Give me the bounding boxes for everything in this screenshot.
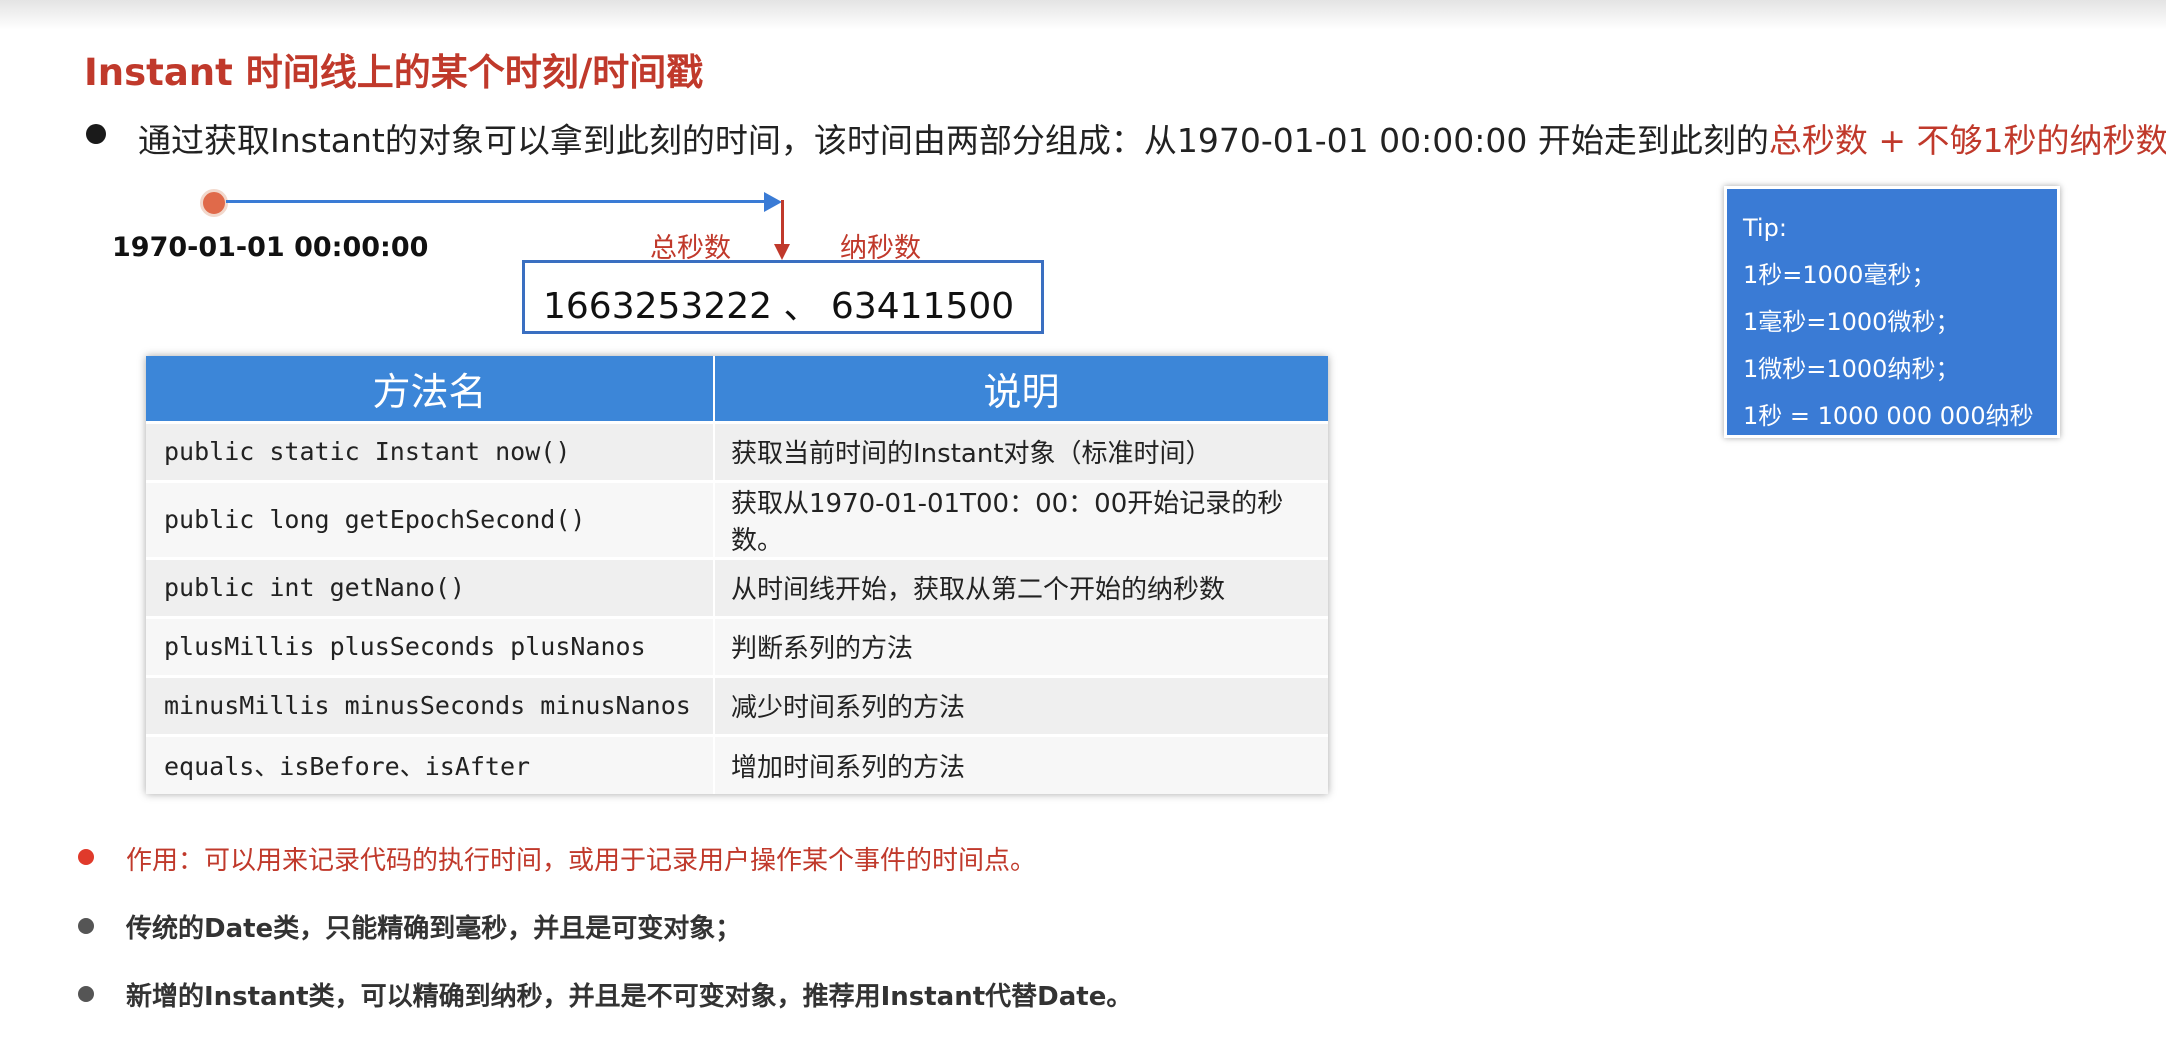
timeline-arrow-icon [764,192,782,212]
method-cell: minusMillis minusSeconds minusNanos [146,674,715,735]
header-method-name: 方法名 [146,356,715,422]
page-title: Instant 时间线上的某个时刻/时间戳 [84,51,704,94]
desc-cell: 增加时间系列的方法 [714,733,1328,794]
table-row: public int getNano() 从时间线开始，获取从第二个开始的纳秒数 [146,556,1328,617]
method-cell: public long getEpochSecond() [146,479,715,558]
tip-title: Tip: [1743,214,1787,242]
header-description: 说明 [714,356,1328,422]
desc-cell: 减少时间系列的方法 [714,674,1328,735]
bullet-date-class: 传统的Date类，只能精确到毫秒，并且是可变对象； [126,914,742,944]
bullet-dot [86,124,106,144]
timestamp-value: 1663253222 、 63411500 [543,286,1015,327]
intro-text: 通过获取Instant的对象可以拿到此刻的时间，该时间由两部分组成：从1970-… [138,114,2166,162]
table-header-row: 方法名 说明 [146,356,1328,422]
intro-text-highlight: 总秒数 + 不够1秒的纳秒数 [1768,121,2166,160]
top-shade [0,0,2166,30]
epoch-label: 1970-01-01 00:00:00 [112,232,429,263]
bullet-instant-class: 新增的Instant类，可以精确到纳秒，并且是不可变对象，推荐用Instant代… [126,982,1133,1012]
method-cell: public static Instant now() [146,420,715,481]
bullet-dot [78,918,94,934]
tip-box: Tip: 1秒=1000毫秒； 1毫秒=1000微秒； 1微秒=1000纳秒； … [1724,186,2060,438]
method-cell: plusMillis plusSeconds plusNanos [146,615,715,676]
now-marker-line [781,200,784,246]
method-table: 方法名 说明 public static Instant now() 获取当前时… [146,356,1328,794]
desc-cell: 获取从1970-01-01T00：00：00开始记录的秒数。 [714,479,1328,558]
method-cell: equals、isBefore、isAfter [146,733,715,794]
bullet-purpose: 作用：可以用来记录代码的执行时间，或用于记录用户操作某个事件的时间点。 [126,846,1037,876]
method-cell: public int getNano() [146,556,715,617]
tip-line: 1秒=1000毫秒； [1743,261,1936,289]
desc-cell: 获取当前时间的Instant对象（标准时间） [714,420,1328,481]
table-row: public static Instant now() 获取当前时间的Insta… [146,420,1328,481]
table-row: equals、isBefore、isAfter 增加时间系列的方法 [146,733,1328,794]
tip-line: 1毫秒=1000微秒； [1743,308,1960,336]
desc-cell: 判断系列的方法 [714,615,1328,676]
table-row: public long getEpochSecond() 获取从1970-01-… [146,479,1328,558]
bullet-dot [78,986,94,1002]
tip-line: 1微秒=1000纳秒； [1743,355,1960,383]
desc-cell: 从时间线开始，获取从第二个开始的纳秒数 [714,556,1328,617]
timeline-line [226,200,766,203]
tip-line: 1秒 = 1000 000 000纳秒 [1743,402,2034,430]
table-row: minusMillis minusSeconds minusNanos 减少时间… [146,674,1328,735]
bullet-dot-red [78,849,94,865]
intro-text-plain: 通过获取Instant的对象可以拿到此刻的时间，该时间由两部分组成：从1970-… [138,121,1769,160]
timestamp-value-box: 1663253222 、 63411500 [522,260,1044,334]
timeline-start-dot [200,189,228,217]
table-row: plusMillis plusSeconds plusNanos 判断系列的方法 [146,615,1328,676]
down-arrow-icon [774,244,790,260]
